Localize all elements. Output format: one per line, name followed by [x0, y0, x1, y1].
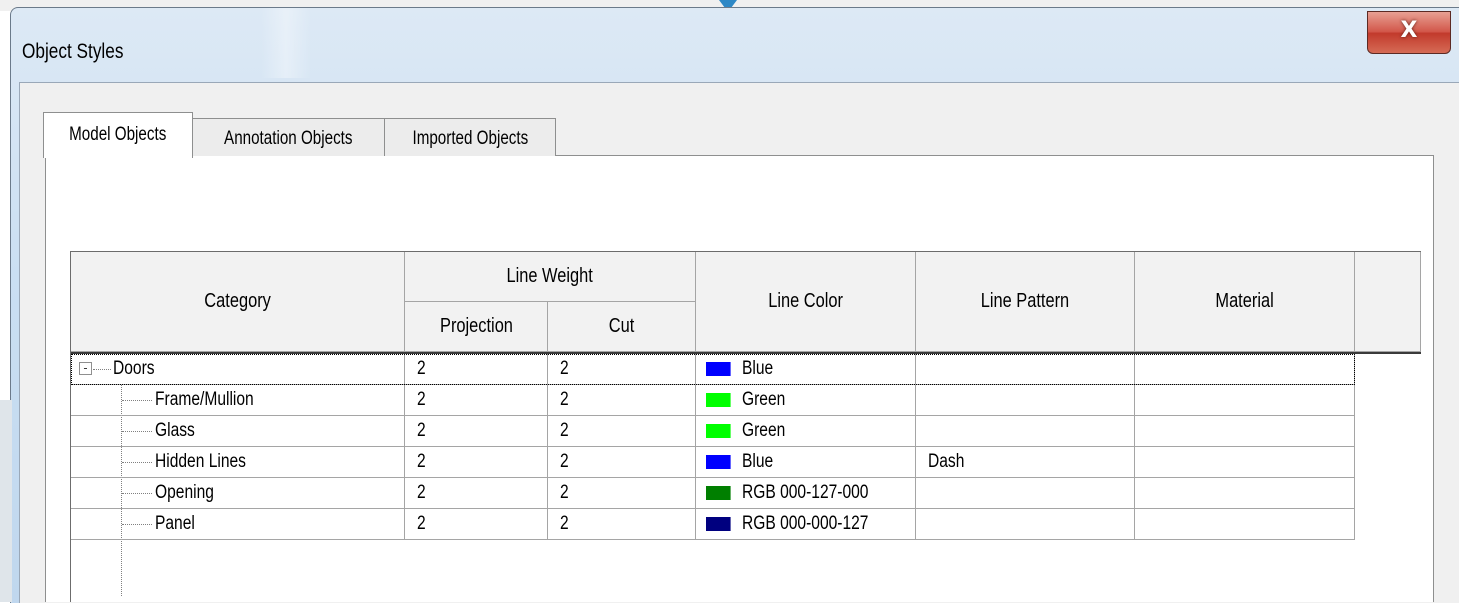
projection-cell[interactable]: 2: [405, 509, 548, 540]
line-color-cell[interactable]: Green: [696, 416, 916, 447]
tree-connector: [122, 524, 152, 525]
line-color-cell[interactable]: RGB 000-127-000: [696, 478, 916, 509]
header-projection[interactable]: Projection: [405, 302, 548, 352]
material-cell[interactable]: [1135, 354, 1355, 385]
tab-imported-objects[interactable]: Imported Objects: [384, 118, 556, 156]
tree-connector: [122, 400, 152, 401]
close-button[interactable]: X: [1367, 11, 1451, 54]
material-cell[interactable]: [1135, 416, 1355, 447]
line-pattern-cell[interactable]: [916, 385, 1135, 416]
category-cell[interactable]: Glass: [71, 416, 405, 447]
line-color-cell[interactable]: Blue: [696, 447, 916, 478]
material-cell[interactable]: [1135, 447, 1355, 478]
table-row[interactable]: - Doors 2 2 Blue: [71, 354, 1355, 385]
tab-annotation-objects[interactable]: Annotation Objects: [192, 118, 385, 156]
category-cell[interactable]: Panel: [71, 509, 405, 540]
object-styles-table: Category Line Weight Projection Cut Line…: [70, 251, 1421, 602]
tree-connector: [122, 493, 152, 494]
table-row[interactable]: Opening 2 2 RGB 000-127-000: [71, 478, 1355, 509]
cut-cell[interactable]: 2: [548, 509, 696, 540]
background-strip: [0, 400, 12, 602]
line-pattern-cell[interactable]: Dash: [916, 447, 1135, 478]
tab-label: Imported Objects: [412, 128, 528, 149]
projection-cell[interactable]: 2: [405, 354, 548, 385]
color-swatch: [706, 362, 731, 376]
projection-cell[interactable]: 2: [405, 478, 548, 509]
color-swatch: [706, 455, 731, 469]
window-title: Object Styles: [22, 40, 124, 63]
line-pattern-cell[interactable]: [916, 478, 1135, 509]
tree-connector: [93, 369, 111, 370]
material-cell[interactable]: [1135, 478, 1355, 509]
category-cell[interactable]: - Doors: [71, 354, 405, 385]
cut-cell[interactable]: 2: [548, 416, 696, 447]
cut-cell[interactable]: 2: [548, 385, 696, 416]
tab-model-objects[interactable]: Model Objects: [43, 112, 193, 158]
table-row[interactable]: Frame/Mullion 2 2 Green: [71, 385, 1355, 416]
table-row[interactable]: Hidden Lines 2 2 Blue Dash: [71, 447, 1355, 478]
line-color-cell[interactable]: RGB 000-000-127: [696, 509, 916, 540]
color-swatch: [706, 486, 731, 500]
tree-connector: [122, 462, 152, 463]
table-row[interactable]: Glass 2 2 Green: [71, 416, 1355, 447]
close-icon: X: [1400, 18, 1418, 43]
tab-label: Model Objects: [69, 124, 167, 145]
header-cut[interactable]: Cut: [548, 302, 696, 352]
cut-cell[interactable]: 2: [548, 478, 696, 509]
table-row[interactable]: Panel 2 2 RGB 000-000-127: [71, 509, 1355, 540]
material-cell[interactable]: [1135, 385, 1355, 416]
title-bar-glare: [261, 8, 311, 78]
projection-cell[interactable]: 2: [405, 447, 548, 478]
line-pattern-cell[interactable]: [916, 354, 1135, 385]
tab-label: Annotation Objects: [224, 128, 353, 149]
material-cell[interactable]: [1135, 509, 1355, 540]
color-swatch: [706, 424, 731, 438]
color-swatch: [706, 517, 731, 531]
header-category[interactable]: Category: [71, 252, 405, 352]
header-spacer: [1355, 252, 1421, 352]
header-material[interactable]: Material: [1135, 252, 1355, 352]
line-pattern-cell[interactable]: [916, 509, 1135, 540]
color-swatch: [706, 393, 731, 407]
projection-cell[interactable]: 2: [405, 385, 548, 416]
tree-connector: [122, 431, 152, 432]
line-pattern-cell[interactable]: [916, 416, 1135, 447]
category-cell[interactable]: Opening: [71, 478, 405, 509]
header-line-color[interactable]: Line Color: [696, 252, 916, 352]
category-cell[interactable]: Frame/Mullion: [71, 385, 405, 416]
line-color-cell[interactable]: Green: [696, 385, 916, 416]
header-line-weight: Line Weight: [405, 252, 696, 302]
category-cell[interactable]: Hidden Lines: [71, 447, 405, 478]
cut-cell[interactable]: 2: [548, 447, 696, 478]
header-line-pattern[interactable]: Line Pattern: [916, 252, 1135, 352]
minus-box-icon[interactable]: -: [79, 362, 92, 375]
line-color-cell[interactable]: Blue: [696, 354, 916, 385]
projection-cell[interactable]: 2: [405, 416, 548, 447]
cut-cell[interactable]: 2: [548, 354, 696, 385]
